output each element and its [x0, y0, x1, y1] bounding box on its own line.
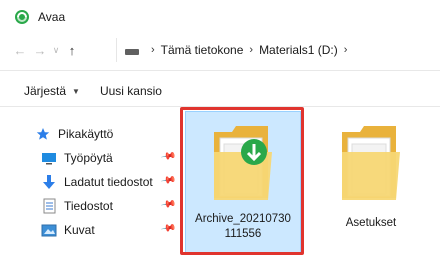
sidebar-item-documents[interactable]: Tiedostot 📌: [40, 196, 180, 216]
window-title: Avaa: [38, 10, 66, 24]
star-icon: [34, 126, 52, 142]
new-folder-button[interactable]: Uusi kansio: [100, 84, 162, 98]
file-name: Asetukset: [345, 217, 397, 229]
breadcrumb-separator-icon[interactable]: ›: [151, 44, 155, 56]
sidebar-item-label: Pikakäyttö: [58, 127, 114, 141]
up-arrow-icon[interactable]: ↑: [62, 39, 82, 61]
download-icon: [40, 174, 58, 190]
sidebar-item-label: Työpöytä: [64, 151, 113, 165]
breadcrumb-separator-icon[interactable]: ›: [249, 44, 253, 56]
title-bar: Avaa: [0, 0, 440, 34]
organize-label: Järjestä: [24, 84, 67, 98]
command-bar: Järjestä ▼ Uusi kansio: [0, 78, 440, 104]
forward-arrow-icon[interactable]: →: [30, 39, 50, 61]
this-pc-icon: [125, 46, 139, 55]
back-arrow-icon[interactable]: ←: [10, 39, 30, 61]
pictures-icon: [40, 222, 58, 238]
folder-icon: [342, 126, 400, 200]
breadcrumb-separator-icon[interactable]: ›: [344, 44, 348, 56]
divider: [0, 70, 440, 71]
organize-button[interactable]: Järjestä ▼: [24, 84, 80, 98]
file-name: Archive_20210730 111556: [195, 213, 291, 240]
app-icon: [15, 10, 29, 24]
sidebar-item-downloads[interactable]: Ladatut tiedostot 📌: [40, 172, 180, 192]
sidebar-item-pictures[interactable]: Kuvat 📌: [40, 220, 180, 240]
desktop-icon: [40, 150, 58, 166]
sidebar-item-label: Tiedostot: [64, 199, 113, 213]
navigation-row: ← → ∨ ↑ › Tämä tietokone › Materials1 (D…: [0, 36, 440, 64]
new-folder-label: Uusi kansio: [99, 84, 162, 98]
document-icon: [40, 198, 58, 214]
dropdown-arrow-icon: ▼: [72, 86, 80, 96]
recent-locations-chevron-icon[interactable]: ∨: [50, 39, 62, 61]
sidebar-item-label: Kuvat: [64, 223, 95, 237]
file-list: Archive_20210730 111556 Asetukset: [172, 104, 440, 255]
sidebar-item-label: Ladatut tiedostot: [64, 175, 153, 189]
file-item-folder[interactable]: Asetukset: [314, 112, 428, 252]
file-item-archive[interactable]: Archive_20210730 111556: [185, 111, 301, 253]
breadcrumb-this-pc[interactable]: Tämä tietokone: [161, 43, 244, 57]
sidebar-item-quick-access[interactable]: Pikakäyttö: [34, 124, 174, 144]
breadcrumb-drive[interactable]: Materials1 (D:): [259, 43, 338, 57]
address-bar[interactable]: › Tämä tietokone › Materials1 (D:) ›: [116, 38, 440, 62]
archive-folder-icon: [214, 126, 272, 200]
navigation-pane: Pikakäyttö Työpöytä 📌 Ladatut tiedostot …: [0, 118, 176, 255]
sidebar-item-desktop[interactable]: Työpöytä 📌: [40, 148, 180, 168]
